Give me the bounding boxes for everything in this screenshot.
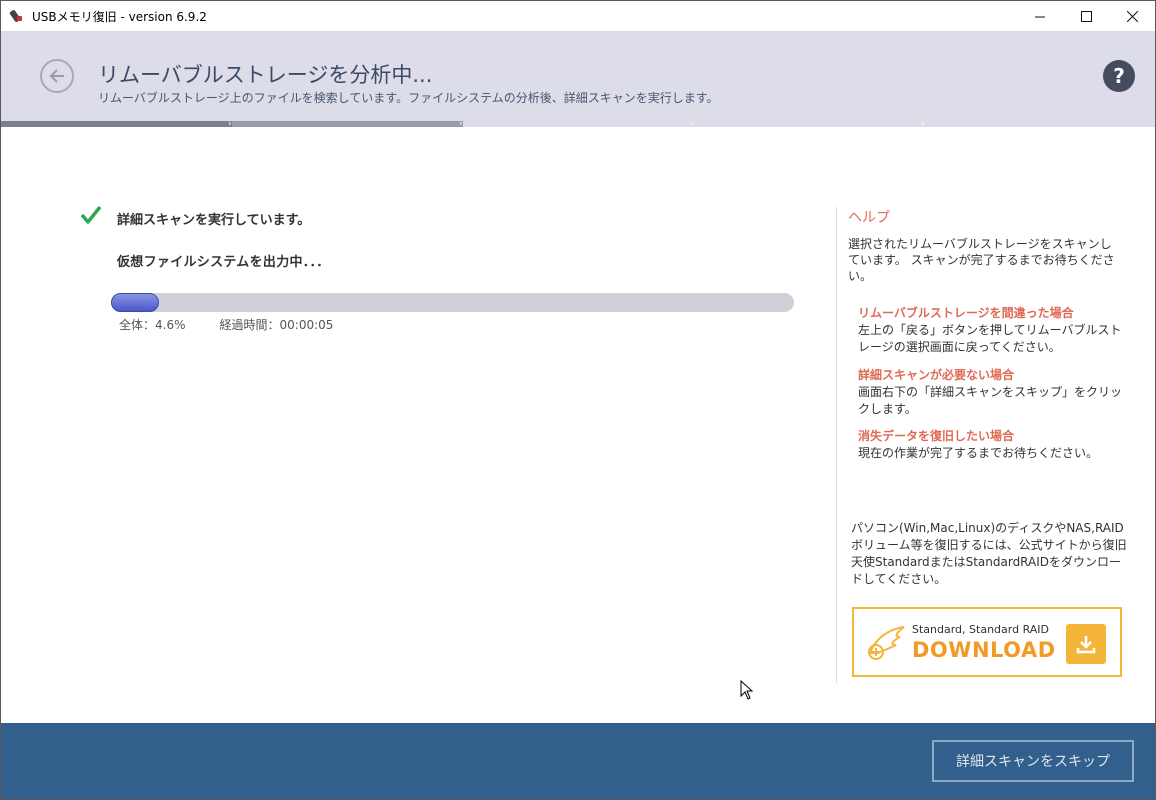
maximize-button[interactable] <box>1063 1 1109 31</box>
progress-bar-fill <box>111 293 159 312</box>
download-button[interactable] <box>1066 624 1106 664</box>
help-item-title: 詳細スキャンが必要ない場合 <box>858 368 1015 382</box>
page-title: リムーバブルストレージを分析中... <box>98 63 433 87</box>
progress-stats: 全体：4.6% 経過時間：00:00:05 <box>119 316 333 333</box>
download-subtitle: Standard, Standard RAID <box>912 623 1050 636</box>
back-button[interactable] <box>40 59 74 93</box>
window-controls <box>1017 1 1155 31</box>
minimize-icon <box>1034 16 1045 17</box>
main-content: 詳細スキャンを実行しています。 仮想ファイルシステムを出力中．．． 全体：4.6… <box>1 127 1155 723</box>
download-banner[interactable]: Standard, Standard RAID DOWNLOAD <box>852 607 1122 677</box>
help-item: 消失データを復旧したい場合 現在の作業が完了するまでお待ちください。 <box>858 428 1128 462</box>
footer-bar: 詳細スキャンをスキップ <box>1 723 1155 799</box>
download-icon <box>1076 636 1096 654</box>
help-item-body: 現在の作業が完了するまでお待ちください。 <box>858 446 1099 460</box>
progress-bar <box>111 293 794 312</box>
close-button[interactable] <box>1109 1 1155 31</box>
skip-scan-button[interactable]: 詳細スキャンをスキップ <box>932 740 1134 782</box>
checkmark-icon <box>80 205 102 224</box>
page-subtitle: リムーバブルストレージ上のファイルを検索しています。ファイルシステムの分析後、詳… <box>98 91 719 105</box>
window-frame <box>0 31 1 800</box>
elapsed-time-text: 経過時間：00:00:05 <box>219 318 334 332</box>
app-icon <box>10 9 24 23</box>
help-item: 詳細スキャンが必要ない場合 画面右下の「詳細スキャンをスキップ」をクリックします… <box>858 367 1128 418</box>
promo-text: パソコン(Win,Mac,Linux)のディスクやNAS,RAIDボリューム等を… <box>851 521 1127 586</box>
status-current-text: 仮想ファイルシステムを出力中．．． <box>117 255 330 270</box>
mouse-cursor-icon <box>740 680 754 700</box>
help-item-title: 消失データを復旧したい場合 <box>858 429 1015 443</box>
title-bar: USBメモリ復旧 - version 6.9.2 <box>0 0 1156 31</box>
maximize-icon <box>1080 10 1092 22</box>
help-intro: 選択されたリムーバブルストレージをスキャンしています。 スキャンが完了するまでお… <box>848 237 1115 283</box>
arrow-left-icon <box>49 69 64 83</box>
page-header: リムーバブルストレージを分析中... リムーバブルストレージ上のファイルを検索し… <box>1 31 1155 121</box>
help-item: リムーバブルストレージを間違った場合 左上の「戻る」ボタンを押してリムーバブルス… <box>858 305 1128 356</box>
status-completed-text: 詳細スキャンを実行しています。 <box>117 213 311 228</box>
overall-progress-text: 全体：4.6% <box>119 318 186 332</box>
help-button[interactable]: ? <box>1103 60 1135 92</box>
help-item-title: リムーバブルストレージを間違った場合 <box>858 306 1074 320</box>
help-item-body: 画面右下の「詳細スキャンをスキップ」をクリックします。 <box>858 385 1123 416</box>
help-panel: ヘルプ 選択されたリムーバブルストレージをスキャンしています。 スキャンが完了す… <box>836 207 1136 683</box>
help-item-body: 左上の「戻る」ボタンを押してリムーバブルストレージの選択画面に戻ってください。 <box>858 323 1122 354</box>
window-title: USBメモリ復旧 - version 6.9.2 <box>32 9 207 24</box>
angel-wing-icon <box>868 626 905 660</box>
minimize-button[interactable] <box>1017 1 1063 31</box>
help-title: ヘルプ <box>848 210 890 226</box>
download-label: DOWNLOAD <box>912 638 1056 662</box>
close-icon <box>1126 10 1138 22</box>
